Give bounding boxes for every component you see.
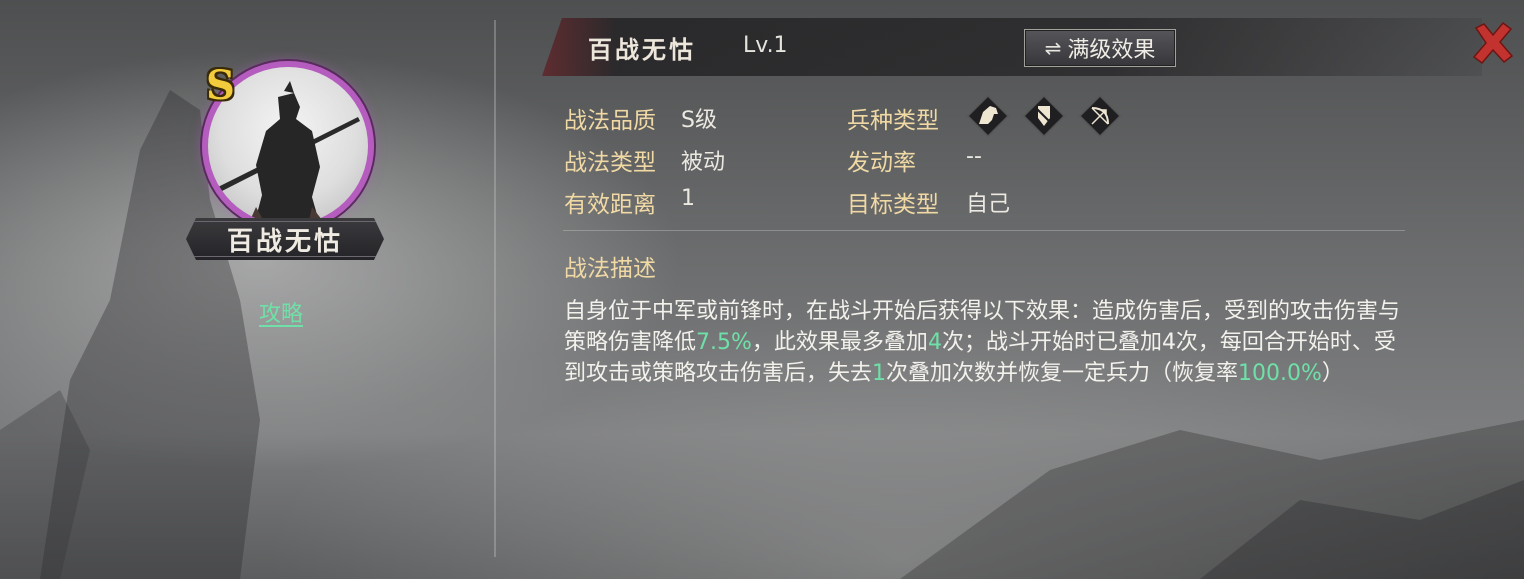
skill-level: Lv.1 [743,33,788,58]
desc-highlight-stacks: 4 [927,330,942,355]
type-label: 战法类型 [564,150,656,176]
desc-text-2: ，此效果最多叠加 [751,330,928,355]
shield-icon [1022,94,1066,138]
desc-text-5: ） [1321,361,1344,386]
vertical-divider [494,20,496,557]
desc-text-4: 次叠加次数并恢复一定兵力（恢复率 [886,361,1239,386]
archer-icon [1078,94,1122,138]
type-value: 被动 [681,150,726,175]
grade-badge: S [206,62,235,109]
max-effect-button[interactable]: ⇌ 满级效果 [1024,29,1176,67]
trigger-rate-value: -- [966,144,982,169]
desc-highlight-lose: 1 [872,361,887,386]
description-title: 战法描述 [564,256,656,282]
horizontal-divider [563,230,1405,231]
max-effect-label: 满级效果 [1067,38,1156,63]
trigger-rate-label: 发动率 [847,150,916,176]
range-value: 1 [681,186,695,211]
guide-link[interactable]: 攻略 [259,296,303,328]
quality-label: 战法品质 [564,108,656,134]
desc-highlight-recovery: 100.0% [1238,361,1322,386]
swap-icon: ⇌ [1044,36,1062,60]
target-type-value: 自己 [966,192,1011,217]
troop-type-label: 兵种类型 [847,108,939,134]
skill-title: 百战无怙 [588,35,696,64]
target-type-label: 目标类型 [847,192,939,218]
portrait-name-banner: 百战无怙 [186,218,384,260]
desc-highlight-reduction: 7.5% [696,330,752,355]
portrait-name-label: 百战无怙 [226,226,343,257]
quality-value: S级 [681,108,717,133]
close-icon[interactable] [1470,20,1516,66]
range-label: 有效距离 [564,192,656,218]
cavalry-icon [966,94,1010,138]
description-text: 自身位于中军或前锋时，在战斗开始后获得以下效果：造成伤害后，受到的攻击伤害与策略… [564,296,1409,389]
